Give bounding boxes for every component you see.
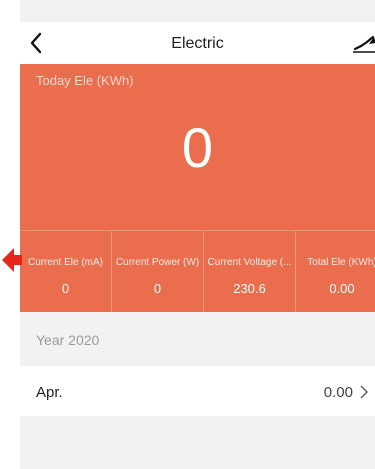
stat-label: Current Ele (mA) <box>27 257 103 268</box>
stat-label: Current Voltage (... <box>207 257 292 268</box>
stat-label: Current Power (W) <box>115 257 200 268</box>
stat-current-power: Current Power (W) 0 <box>112 231 204 313</box>
month-row[interactable]: Apr. 0.00 <box>20 366 375 416</box>
month-name: Apr. <box>36 384 63 401</box>
stat-current-voltage: Current Voltage (... 230.6 <box>204 231 296 313</box>
stat-value: 0 <box>153 281 162 296</box>
stat-total-ele: Total Ele (KWh) 0.00 <box>296 231 375 313</box>
chevron-right-icon <box>360 385 368 399</box>
stat-current-ele: Current Ele (mA) 0 <box>20 231 112 313</box>
nav-bar: Electric <box>20 22 375 64</box>
month-value: 0.00 <box>323 384 353 401</box>
today-consumption-panel: Today Ele (KWh) 0 <box>20 64 375 230</box>
stat-value: 0 <box>61 281 70 296</box>
pointer-arrow-icon <box>2 248 22 272</box>
year-section-label: Year 2020 <box>36 332 100 348</box>
stat-value: 230.6 <box>233 281 266 296</box>
today-label: Today Ele (KWh) <box>36 73 134 88</box>
stat-label: Total Ele (KWh) <box>307 257 375 268</box>
today-value: 0 <box>181 116 214 179</box>
line-chart-icon <box>353 35 375 53</box>
stat-value: 0.00 <box>329 281 355 296</box>
page-title: Electric <box>171 35 224 52</box>
electric-screen: Electric Today Ele (KWh) 0 Current Ele (… <box>20 0 375 469</box>
chart-button[interactable] <box>351 32 375 58</box>
app-frame: Electric Today Ele (KWh) 0 Current Ele (… <box>0 0 375 469</box>
stats-strip: Current Ele (mA) 0 Current Power (W) 0 C… <box>20 230 375 313</box>
